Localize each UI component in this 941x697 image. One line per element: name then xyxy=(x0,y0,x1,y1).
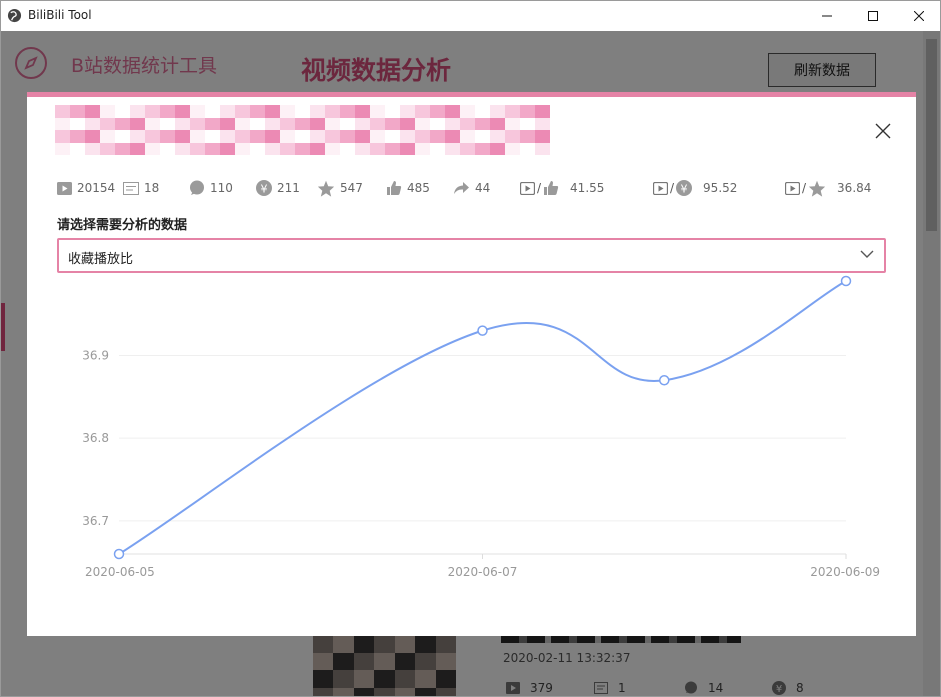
title-bar: BiliBili Tool xyxy=(1,1,940,31)
ratio-separator: / xyxy=(802,181,807,195)
y-tick-label: 36.8 xyxy=(82,431,109,445)
comment-icon xyxy=(190,180,204,195)
share-stat: 44 xyxy=(453,177,490,199)
data-point xyxy=(659,375,670,386)
metric-select-value: 收藏播放比 xyxy=(68,252,134,267)
data-point xyxy=(840,275,852,287)
minimize-button[interactable] xyxy=(804,1,850,31)
thumbs-up-icon xyxy=(544,181,559,195)
play-icon xyxy=(57,181,72,195)
x-tick-label: 2020-06-09 xyxy=(810,565,880,579)
video-title-redacted xyxy=(55,105,550,155)
video-stats-bar: 20154 18 110 ¥ 211 547 485 44 / 41.55 / … xyxy=(57,177,897,199)
danmaku-icon xyxy=(123,181,139,195)
share-count: 44 xyxy=(475,181,491,195)
close-icon xyxy=(914,11,924,21)
like-count: 485 xyxy=(407,181,430,195)
play-icon xyxy=(785,181,800,195)
window-title: BiliBili Tool xyxy=(28,8,92,22)
select-label: 请选择需要分析的数据 xyxy=(57,218,188,233)
minimize-icon xyxy=(822,15,832,17)
coin-icon: ¥ xyxy=(676,180,693,196)
danmaku-count: 18 xyxy=(144,181,160,195)
play-favorite-ratio: 36.84 xyxy=(837,181,872,195)
maximize-icon xyxy=(868,11,878,21)
play-coin-ratio: 95.52 xyxy=(703,181,738,195)
comment-stat: 110 xyxy=(189,177,233,199)
share-icon xyxy=(454,182,469,194)
maximize-button[interactable] xyxy=(850,1,896,31)
data-point xyxy=(477,325,488,336)
y-tick-label: 36.9 xyxy=(82,348,109,362)
play-like-ratio-stat: / 41.55 xyxy=(520,177,604,199)
like-stat: 485 xyxy=(386,177,430,199)
coin-count: 211 xyxy=(277,181,300,195)
chevron-down-icon xyxy=(860,250,874,258)
coin-stat: ¥ 211 xyxy=(256,177,300,199)
star-icon xyxy=(317,180,335,197)
analysis-modal: 20154 18 110 ¥ 211 547 485 44 / 41.55 / … xyxy=(27,92,916,636)
line-chart: 36.7 36.8 36.9 2020-06-05 2020-06-07 2020-06-… xyxy=(82,275,880,579)
close-window-button[interactable] xyxy=(896,1,940,31)
play-like-ratio: 41.55 xyxy=(570,181,605,195)
danmaku-stat: 18 xyxy=(123,177,159,199)
star-icon xyxy=(808,180,826,197)
svg-text:¥: ¥ xyxy=(261,183,268,196)
data-point xyxy=(113,548,125,560)
thumbs-up-icon xyxy=(387,181,402,195)
close-modal-icon[interactable] xyxy=(873,121,893,141)
y-tick-label: 36.7 xyxy=(82,514,109,528)
play-count: 20154 xyxy=(77,181,116,195)
play-stat: 20154 xyxy=(57,177,115,199)
favorite-stat: 547 xyxy=(317,177,363,199)
play-favorite-ratio-stat: / 36.84 xyxy=(785,177,871,199)
app-window: BiliBili Tool B站数据统计工具 视频数据分析 刷新数据 2020-… xyxy=(0,0,941,697)
x-tick-label: 2020-06-07 xyxy=(448,565,518,579)
ratio-separator: / xyxy=(670,181,675,195)
play-icon xyxy=(653,181,668,195)
play-coin-ratio-stat: / ¥ 95.52 xyxy=(653,177,737,199)
svg-text:¥: ¥ xyxy=(681,183,688,196)
ratio-separator: / xyxy=(537,181,542,195)
play-icon xyxy=(520,181,535,195)
x-tick-label: 2020-06-05 xyxy=(85,565,155,579)
coin-icon: ¥ xyxy=(256,180,272,196)
comment-count: 110 xyxy=(210,181,233,195)
favorite-count: 547 xyxy=(340,181,363,195)
series-line xyxy=(118,280,847,555)
app-globe-icon xyxy=(7,8,22,23)
